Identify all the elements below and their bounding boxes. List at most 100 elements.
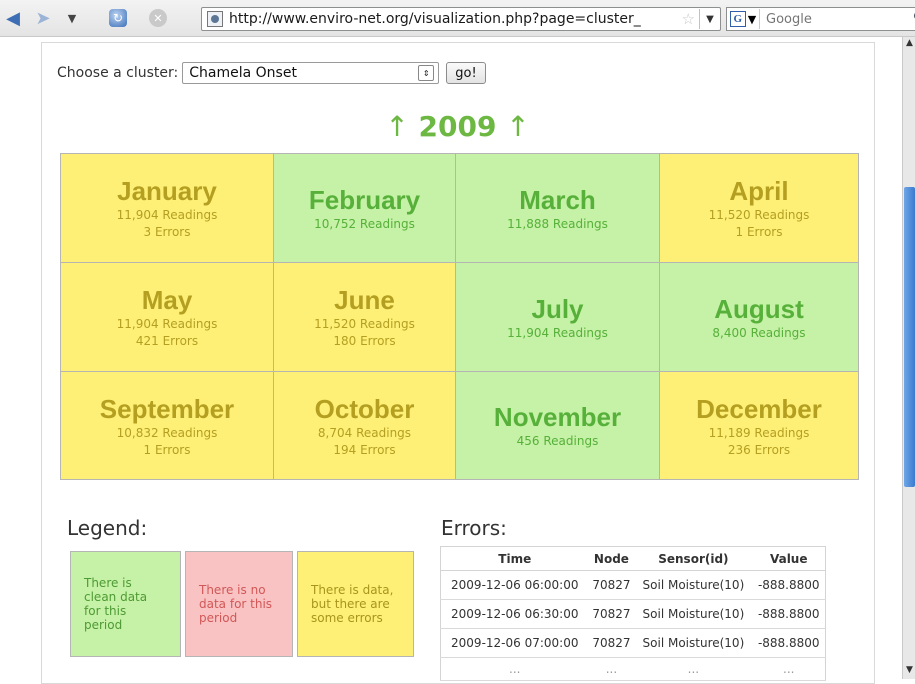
month-errors: 3 Errors	[143, 225, 191, 239]
cluster-select-value: Chamela Onset	[189, 65, 297, 81]
month-readings: 11,904 Readings	[116, 208, 218, 222]
month-errors: 194 Errors	[333, 442, 396, 457]
table-cell: 70827	[588, 628, 635, 658]
month-cell-march[interactable]: March 11,888 Readings	[455, 153, 660, 263]
select-arrows-icon: ⇕	[418, 65, 435, 81]
search-input[interactable]	[760, 10, 878, 28]
stop-icon[interactable]: ✕	[146, 8, 170, 28]
month-cell-november[interactable]: November 456 Readings	[455, 371, 660, 480]
year-up-arrow-left-icon[interactable]: ↑	[385, 110, 408, 143]
month-cell-october[interactable]: October 8,704 Readings 194 Errors	[273, 371, 456, 480]
month-cell-september[interactable]: September 10,832 Readings 1 Errors	[60, 371, 274, 480]
month-readings: 11,904 Readings	[116, 317, 218, 331]
month-name: May	[141, 285, 193, 315]
month-errors: 421 Errors	[135, 334, 199, 348]
legend-no-data: There is no data for this period	[185, 551, 293, 657]
site-favicon-icon	[207, 11, 223, 27]
table-cell: 2009-12-06 06:30:00	[440, 599, 589, 629]
scroll-down-icon[interactable]: ▼	[903, 664, 915, 677]
month-readings: 11,520 Readings	[708, 208, 810, 222]
table-cell: -888.8800	[752, 628, 826, 658]
table-cell: 2009-12-06 06:00:00	[440, 570, 589, 600]
month-cell-july[interactable]: July 11,904 Readings	[455, 262, 660, 372]
search-engine-selector[interactable]: G ▼	[727, 9, 760, 29]
table-row: 2009-12-06 06:30:00 70827 Soil Moisture(…	[440, 599, 826, 629]
google-icon: G	[729, 11, 746, 27]
cluster-label: Choose a cluster:	[57, 65, 179, 81]
table-cell: -888.8800	[752, 599, 826, 629]
column-header: Node	[588, 546, 635, 571]
back-arrow-icon[interactable]: ◀	[2, 8, 24, 29]
table-cell: Soil Moisture(10)	[634, 599, 753, 629]
year-value: 2009	[418, 110, 497, 143]
month-readings: 8,400 Readings	[712, 325, 806, 340]
month-errors: 180 Errors	[333, 334, 396, 348]
month-name: December	[696, 393, 822, 424]
url-text[interactable]: http://www.enviro-net.org/visualization.…	[229, 11, 682, 27]
legend-errors-text: There is data, but there are some errors	[311, 583, 394, 625]
url-bar[interactable]: http://www.enviro-net.org/visualization.…	[201, 7, 721, 31]
year-heading: ↑ 2009 ↑	[0, 110, 915, 143]
month-name: August	[714, 293, 804, 324]
month-name: April	[729, 176, 789, 206]
scroll-thumb[interactable]	[904, 187, 915, 487]
table-cell: ...	[752, 657, 826, 681]
table-cell: ...	[588, 657, 635, 681]
go-button[interactable]: go!	[446, 62, 486, 84]
month-readings: 456 Readings	[516, 434, 599, 448]
errors-table: Time Node Sensor(id) Value 2009-12-06 06…	[440, 546, 826, 681]
month-readings: 11,904 Readings	[507, 325, 608, 340]
table-cell: -888.8800	[752, 570, 826, 600]
column-header: Sensor(id)	[634, 546, 753, 571]
year-up-arrow-right-icon[interactable]: ↑	[506, 110, 529, 143]
month-cell-january[interactable]: January 11,904 Readings 3 Errors	[60, 153, 274, 263]
table-row: ... ... ... ...	[440, 657, 826, 681]
month-name: November	[493, 402, 622, 432]
month-cell-may[interactable]: May 11,904 Readings 421 Errors	[60, 262, 274, 372]
errors-title: Errors:	[441, 516, 507, 540]
month-errors: 236 Errors	[727, 442, 791, 457]
month-errors: 1 Errors	[143, 442, 191, 457]
month-readings: 10,752 Readings	[314, 216, 415, 231]
month-cell-december[interactable]: December 11,189 Readings 236 Errors	[659, 371, 859, 480]
forward-arrow-icon[interactable]: ➤	[32, 8, 54, 29]
cluster-select[interactable]: Chamela Onset ⇕	[182, 62, 440, 84]
month-name: July	[531, 293, 584, 324]
bookmark-star-icon[interactable]: ☆	[682, 10, 695, 28]
table-cell: ...	[634, 657, 753, 681]
column-header: Time	[440, 546, 589, 571]
scroll-up-icon[interactable]: ▲	[903, 37, 915, 50]
search-bar[interactable]: G ▼ ⚲	[726, 7, 915, 31]
chevron-down-icon: ▼	[747, 12, 757, 26]
month-cell-august[interactable]: August 8,400 Readings	[659, 262, 859, 372]
month-name: October	[314, 393, 415, 424]
browser-toolbar: ◀ ➤ ▼ ↻ ✕ http://www.enviro-net.org/visu…	[0, 0, 915, 37]
month-name: February	[308, 184, 421, 215]
url-dropdown-icon[interactable]: ▼	[699, 9, 720, 29]
legend-clean-text: There is clean data for this period	[84, 576, 148, 632]
month-name: June	[334, 285, 395, 315]
legend-clean: There is clean data for this period	[70, 551, 181, 657]
reload-icon[interactable]: ↻	[106, 8, 130, 28]
month-readings: 8,704 Readings	[317, 425, 412, 440]
month-readings: 11,520 Readings	[314, 317, 415, 331]
table-row: 2009-12-06 07:00:00 70827 Soil Moisture(…	[440, 628, 826, 658]
cluster-chooser: Choose a cluster: Chamela Onset ⇕ go!	[57, 62, 486, 84]
month-readings: 11,189 Readings	[708, 425, 810, 440]
history-dropdown-icon[interactable]: ▼	[63, 8, 81, 28]
table-cell: Soil Moisture(10)	[634, 628, 753, 658]
month-cell-february[interactable]: February 10,752 Readings	[273, 153, 456, 263]
table-cell: 70827	[588, 599, 635, 629]
table-row: 2009-12-06 06:00:00 70827 Soil Moisture(…	[440, 570, 826, 600]
table-cell: 70827	[588, 570, 635, 600]
month-cell-june[interactable]: June 11,520 Readings 180 Errors	[273, 262, 456, 372]
month-cell-april[interactable]: April 11,520 Readings 1 Errors	[659, 153, 859, 263]
month-readings: 10,832 Readings	[116, 425, 218, 440]
legend-no-data-text: There is no data for this period	[199, 583, 273, 625]
month-name: January	[117, 176, 217, 206]
legend-errors: There is data, but there are some errors	[297, 551, 414, 657]
table-cell: ...	[440, 657, 589, 681]
month-grid: January 11,904 Readings 3 Errors February 1…	[60, 153, 859, 480]
month-errors: 1 Errors	[735, 225, 783, 239]
month-readings: 11,888 Readings	[507, 216, 608, 231]
